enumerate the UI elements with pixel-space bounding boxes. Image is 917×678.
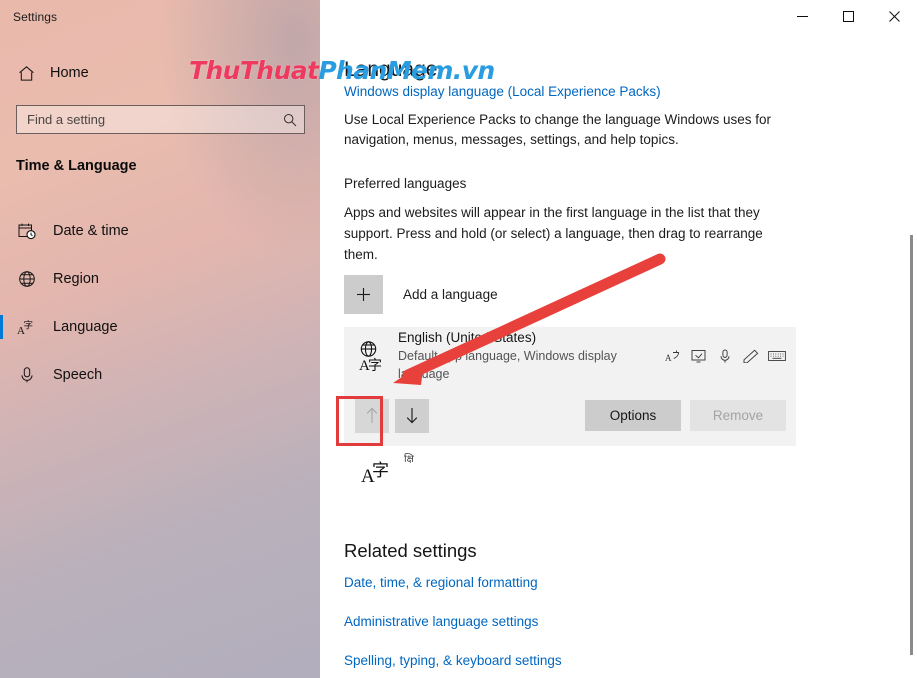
language-feature-icons: A bbox=[664, 347, 796, 365]
sidebar-item-label: Date & time bbox=[53, 223, 129, 239]
search-box[interactable] bbox=[16, 105, 305, 134]
related-settings-title: Related settings bbox=[344, 540, 477, 561]
sidebar-home-label: Home bbox=[50, 65, 89, 81]
sidebar-item-label: Speech bbox=[53, 367, 103, 383]
language-text-block: English (United States) Default app lang… bbox=[398, 329, 664, 383]
language-card-header: A 字 English (United States) Default app … bbox=[344, 327, 796, 385]
language-glyph-icon: क्षि bbox=[404, 450, 426, 471]
options-button[interactable]: Options bbox=[585, 400, 681, 431]
related-link-administrative-language[interactable]: Administrative language settings bbox=[344, 614, 538, 629]
sidebar-item-speech[interactable]: Speech bbox=[0, 351, 320, 399]
app-title: Settings bbox=[13, 10, 58, 24]
sidebar-category-title: Time & Language bbox=[16, 158, 137, 174]
handwriting-pen-icon bbox=[742, 347, 760, 365]
move-down-wrapper bbox=[395, 398, 429, 433]
related-link-spelling-typing-keyboard[interactable]: Spelling, typing, & keyboard settings bbox=[344, 653, 562, 668]
sidebar-item-region[interactable]: Region bbox=[0, 255, 320, 303]
add-language-label: Add a language bbox=[403, 287, 498, 302]
language-subtitle: Default app language, Windows display la… bbox=[398, 349, 617, 381]
selection-indicator bbox=[0, 315, 3, 339]
related-link-date-time-regional[interactable]: Date, time, & regional formatting bbox=[344, 575, 538, 590]
sidebar-nav: Date & time Region A 字 Language Speech bbox=[0, 207, 320, 399]
sidebar-item-label: Region bbox=[53, 271, 99, 287]
vertical-scrollbar[interactable] bbox=[905, 32, 917, 678]
scrollbar-thumb[interactable] bbox=[910, 235, 913, 655]
display-language-icon bbox=[690, 347, 708, 365]
settings-window: Settings Home Time & Language bbox=[0, 0, 917, 678]
svg-text:A: A bbox=[665, 353, 672, 363]
keyboard-icon bbox=[768, 347, 786, 365]
language-globe-icon: A 字 bbox=[360, 450, 396, 493]
maximize-icon[interactable] bbox=[825, 0, 871, 32]
preferred-languages-description: Apps and websites will appear in the fir… bbox=[344, 205, 763, 262]
sidebar-item-date-time[interactable]: Date & time bbox=[0, 207, 320, 255]
add-language-button[interactable]: Add a language bbox=[344, 275, 498, 314]
move-up-button[interactable] bbox=[355, 398, 389, 433]
language-actions-row: Options Remove bbox=[344, 385, 796, 446]
svg-text:字: 字 bbox=[372, 461, 389, 481]
home-icon bbox=[6, 65, 46, 82]
remove-button[interactable]: Remove bbox=[690, 400, 786, 431]
close-icon[interactable] bbox=[871, 0, 917, 32]
main-content: Language Windows display language (Local… bbox=[320, 0, 917, 678]
search-icon[interactable] bbox=[276, 113, 304, 127]
move-down-button[interactable] bbox=[395, 398, 429, 433]
svg-text:字: 字 bbox=[24, 320, 34, 332]
plus-icon bbox=[344, 275, 383, 314]
title-bar-left[interactable]: Settings bbox=[0, 0, 320, 36]
lep-description: Use Local Experience Packs to change the… bbox=[344, 112, 771, 147]
preferred-languages-title: Preferred languages bbox=[344, 176, 467, 191]
language-globe-icon: A 字 bbox=[348, 339, 398, 373]
microphone-icon bbox=[6, 366, 48, 384]
sidebar-item-home[interactable]: Home bbox=[0, 58, 320, 88]
language-list-item[interactable]: A 字 English (United States) Default app … bbox=[344, 327, 796, 446]
language-name: English (United States) bbox=[398, 330, 537, 345]
second-language-list-item[interactable]: A 字 क्षि bbox=[344, 450, 796, 505]
speech-microphone-icon bbox=[716, 347, 734, 365]
page-title: Language bbox=[344, 58, 438, 81]
text-translate-icon: A bbox=[664, 347, 682, 365]
window-controls bbox=[320, 0, 917, 32]
globe-icon bbox=[6, 270, 48, 288]
move-up-wrapper bbox=[355, 398, 389, 433]
calendar-clock-icon bbox=[6, 222, 48, 240]
language-icon: A 字 bbox=[6, 318, 48, 337]
local-experience-packs-link[interactable]: Windows display language (Local Experien… bbox=[344, 84, 661, 99]
svg-text:字: 字 bbox=[368, 358, 382, 373]
svg-text:क्षि: क्षि bbox=[404, 453, 415, 465]
search-input[interactable] bbox=[17, 112, 276, 127]
sidebar-item-label: Language bbox=[53, 319, 118, 335]
minimize-icon[interactable] bbox=[779, 0, 825, 32]
sidebar-item-language[interactable]: A 字 Language bbox=[0, 303, 320, 351]
